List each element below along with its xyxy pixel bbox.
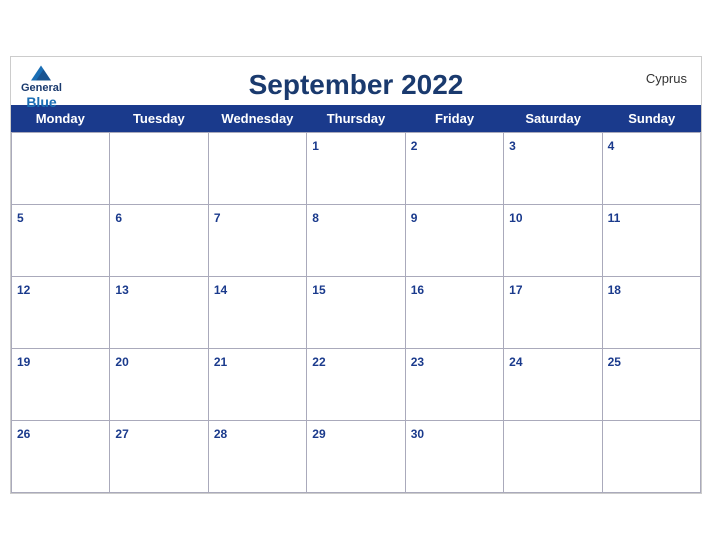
weekday-saturday: Saturday (504, 105, 603, 132)
weekday-sunday: Sunday (602, 105, 701, 132)
cell-date-number: 8 (312, 211, 319, 225)
weekday-wednesday: Wednesday (208, 105, 307, 132)
calendar-cell: 8 (307, 205, 405, 277)
cell-date-number: 28 (214, 427, 227, 441)
cell-date-number: 22 (312, 355, 325, 369)
weekday-thursday: Thursday (307, 105, 406, 132)
calendar-header: General Blue September 2022 Cyprus (11, 57, 701, 105)
calendar-cell: 11 (603, 205, 701, 277)
calendar-cell: 21 (209, 349, 307, 421)
cell-date-number: 4 (608, 139, 615, 153)
calendar-cell: 28 (209, 421, 307, 493)
logo-general-text: General (21, 82, 62, 94)
country-label: Cyprus (646, 71, 687, 86)
calendar-cell: 19 (12, 349, 110, 421)
weekday-friday: Friday (405, 105, 504, 132)
calendar-cell: 25 (603, 349, 701, 421)
calendar-cell: 7 (209, 205, 307, 277)
cell-date-number: 29 (312, 427, 325, 441)
calendar-cell: 13 (110, 277, 208, 349)
cell-date-number: 12 (17, 283, 30, 297)
cell-date-number: 26 (17, 427, 30, 441)
cell-date-number: 16 (411, 283, 424, 297)
cell-date-number: 17 (509, 283, 522, 297)
calendar-cell: 3 (504, 133, 602, 205)
calendar-cell: 9 (406, 205, 504, 277)
cell-date-number: 15 (312, 283, 325, 297)
calendar-grid: 1234567891011121314151617181920212223242… (11, 132, 701, 493)
calendar: General Blue September 2022 Cyprus Monda… (10, 56, 702, 494)
cell-date-number: 24 (509, 355, 522, 369)
weekday-tuesday: Tuesday (110, 105, 209, 132)
cell-date-number: 5 (17, 211, 24, 225)
calendar-cell: 17 (504, 277, 602, 349)
cell-date-number: 18 (608, 283, 621, 297)
cell-date-number: 20 (115, 355, 128, 369)
calendar-cell: 15 (307, 277, 405, 349)
calendar-cell: 20 (110, 349, 208, 421)
calendar-cell: 23 (406, 349, 504, 421)
cell-date-number: 21 (214, 355, 227, 369)
calendar-cell (504, 421, 602, 493)
weekday-header-row: Monday Tuesday Wednesday Thursday Friday… (11, 105, 701, 132)
calendar-cell: 26 (12, 421, 110, 493)
logo-icon (31, 65, 51, 81)
calendar-cell: 1 (307, 133, 405, 205)
calendar-cell: 12 (12, 277, 110, 349)
calendar-cell: 4 (603, 133, 701, 205)
calendar-cell: 30 (406, 421, 504, 493)
calendar-cell: 5 (12, 205, 110, 277)
cell-date-number: 10 (509, 211, 522, 225)
cell-date-number: 11 (608, 211, 621, 225)
logo: General Blue (21, 65, 62, 110)
logo-blue-text: Blue (26, 94, 56, 110)
calendar-cell: 14 (209, 277, 307, 349)
calendar-cell: 18 (603, 277, 701, 349)
cell-date-number: 30 (411, 427, 424, 441)
cell-date-number: 6 (115, 211, 122, 225)
cell-date-number: 25 (608, 355, 621, 369)
calendar-cell: 10 (504, 205, 602, 277)
calendar-cell: 24 (504, 349, 602, 421)
cell-date-number: 19 (17, 355, 30, 369)
calendar-cell: 29 (307, 421, 405, 493)
cell-date-number: 2 (411, 139, 418, 153)
cell-date-number: 13 (115, 283, 128, 297)
calendar-cell: 27 (110, 421, 208, 493)
calendar-cell: 2 (406, 133, 504, 205)
cell-date-number: 3 (509, 139, 516, 153)
cell-date-number: 14 (214, 283, 227, 297)
calendar-title: September 2022 (249, 69, 464, 101)
cell-date-number: 23 (411, 355, 424, 369)
calendar-cell (209, 133, 307, 205)
calendar-cell: 22 (307, 349, 405, 421)
calendar-cell (110, 133, 208, 205)
calendar-cell (603, 421, 701, 493)
cell-date-number: 9 (411, 211, 418, 225)
cell-date-number: 1 (312, 139, 319, 153)
calendar-cell: 16 (406, 277, 504, 349)
cell-date-number: 7 (214, 211, 221, 225)
cell-date-number: 27 (115, 427, 128, 441)
calendar-cell: 6 (110, 205, 208, 277)
calendar-cell (12, 133, 110, 205)
